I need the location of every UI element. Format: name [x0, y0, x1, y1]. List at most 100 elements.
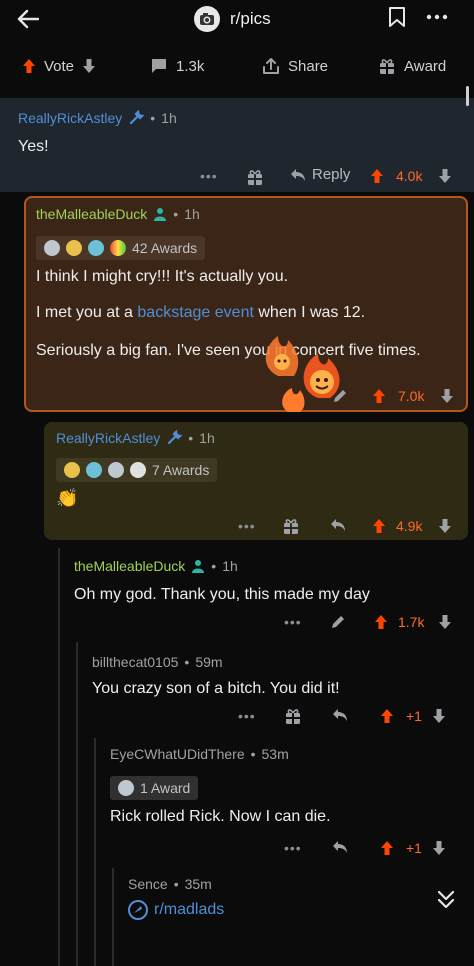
score: +1: [406, 840, 422, 856]
comment-op-reply: ReallyRickAstley • 1h Yes! ••• Reply 4.0…: [0, 98, 474, 192]
upvote-arrow-icon[interactable]: [374, 614, 388, 630]
downvote-arrow-icon[interactable]: [438, 168, 452, 184]
upvote-arrow-icon[interactable]: [380, 840, 394, 856]
gift-icon[interactable]: [284, 707, 302, 725]
upvote-arrow-icon[interactable]: [372, 518, 386, 534]
comment-text: I met you at a backstage event when I wa…: [36, 304, 366, 321]
comment-time: 53m: [261, 746, 289, 762]
reply-arrow-icon[interactable]: [332, 708, 348, 722]
arrow-left-icon: [17, 9, 39, 29]
edit-pencil-icon[interactable]: [332, 388, 348, 404]
user-icon: [192, 560, 205, 573]
more-options-icon[interactable]: •••: [284, 840, 302, 856]
award-button[interactable]: Award: [378, 57, 446, 75]
comment-link[interactable]: backstage event: [137, 304, 254, 321]
more-options-button[interactable]: [424, 6, 452, 30]
score: 1.7k: [398, 614, 425, 630]
comment-footer: ••• 1.7k: [72, 612, 468, 632]
gift-icon[interactable]: [246, 168, 264, 186]
awards-pill[interactable]: 42 Awards: [36, 236, 206, 260]
reply-label: Reply: [312, 166, 351, 183]
comment: theMalleableDuck • 1h Oh my god. Thank y…: [72, 556, 468, 636]
comment-text: Yes!: [18, 138, 49, 155]
downvote-arrow-icon[interactable]: [432, 840, 446, 856]
comment-footer: ••• +1: [108, 838, 468, 858]
award-icon: [118, 780, 134, 796]
subreddit-link[interactable]: r/madlads: [128, 900, 224, 920]
top-bar: r/pics: [0, 0, 474, 40]
downvote-arrow-icon[interactable]: [82, 58, 96, 74]
gift-icon[interactable]: [282, 517, 300, 535]
comment-time: 1h: [161, 110, 177, 126]
award-icon: [88, 240, 104, 256]
reply-arrow-icon[interactable]: [332, 840, 348, 854]
user-icon: [154, 208, 167, 221]
comment-time: 1h: [184, 206, 200, 222]
share-button[interactable]: Share: [262, 57, 328, 75]
comment: EyeCWhatUDidThere • 53m 1 Award Rick rol…: [108, 746, 468, 864]
save-button[interactable]: [388, 6, 412, 32]
award-icon: [64, 462, 80, 478]
scrollbar[interactable]: [466, 86, 469, 106]
subreddit-link-text: r/madlads: [154, 901, 225, 918]
more-options-icon[interactable]: •••: [238, 518, 256, 534]
award-icon: [44, 240, 60, 256]
thread-line: [94, 738, 96, 966]
subreddit-icon: [128, 900, 148, 920]
awards-pill[interactable]: 7 Awards: [56, 458, 218, 482]
comment-footer: ••• 4.9k: [44, 516, 468, 536]
score: 7.0k: [398, 388, 425, 404]
comment-time: 35m: [184, 876, 212, 892]
comment-icon: [152, 59, 166, 73]
thread-line: [58, 548, 60, 966]
more-horizontal-icon: [426, 14, 448, 20]
edit-pencil-icon[interactable]: [330, 614, 346, 630]
awards-count: 7 Awards: [152, 462, 210, 478]
comments-button[interactable]: 1.3k: [150, 58, 204, 75]
comment-highlighted: theMalleableDuck • 1h 42 Awards I think …: [24, 196, 468, 412]
more-options-icon[interactable]: •••: [284, 614, 302, 630]
back-button[interactable]: [12, 4, 44, 34]
share-label: Share: [288, 57, 329, 75]
more-options-icon[interactable]: •••: [200, 168, 218, 184]
thread-line: [76, 642, 78, 966]
award-icon: [130, 462, 146, 478]
comment-text: I think I might cry!!! It's actually you…: [36, 268, 289, 285]
comment-text: Oh my god. Thank you, this made my day: [74, 586, 370, 603]
subreddit-avatar-icon: [194, 6, 220, 32]
downvote-arrow-icon[interactable]: [438, 518, 452, 534]
upvote-arrow-icon[interactable]: [372, 388, 386, 404]
comment-text: Rick rolled Rick. Now I can die.: [110, 808, 331, 825]
comment-author[interactable]: theMalleableDuck: [74, 558, 185, 574]
collapse-chevron-icon[interactable]: [436, 888, 456, 912]
comment-author[interactable]: Sence: [128, 876, 168, 892]
comment-author[interactable]: EyeCWhatUDidThere: [110, 746, 245, 762]
downvote-arrow-icon[interactable]: [440, 388, 454, 404]
gift-icon: [380, 59, 394, 74]
subreddit-header[interactable]: r/pics: [194, 4, 271, 34]
awards-count: 1 Award: [140, 780, 191, 796]
reply-arrow-icon[interactable]: [330, 518, 346, 532]
award-icon: [108, 462, 124, 478]
comment: billthecat0105 • 59m You crazy son of a …: [90, 652, 468, 732]
comment-author[interactable]: billthecat0105: [92, 654, 178, 670]
upvote-arrow-icon[interactable]: [370, 168, 384, 184]
downvote-arrow-icon[interactable]: [438, 614, 452, 630]
award-label: Award: [404, 57, 447, 75]
reply-button[interactable]: Reply: [290, 166, 350, 183]
comment-text: Seriously a big fan. I've seen you in co…: [36, 342, 421, 359]
score: 4.9k: [396, 518, 423, 534]
downvote-arrow-icon[interactable]: [432, 708, 446, 724]
comment-author[interactable]: ReallyRickAstley: [56, 430, 160, 446]
score: +1: [406, 708, 422, 724]
comment-author[interactable]: theMalleableDuck: [36, 206, 147, 222]
upvote-arrow-icon[interactable]: [380, 708, 394, 724]
vote-control[interactable]: Vote: [22, 58, 96, 75]
comment-count: 1.3k: [176, 57, 205, 75]
comment-time: 59m: [195, 654, 223, 670]
more-options-icon[interactable]: •••: [238, 708, 256, 724]
wrench-icon: [130, 110, 145, 125]
awards-pill[interactable]: 1 Award: [110, 776, 199, 800]
comment-author[interactable]: ReallyRickAstley: [18, 110, 122, 126]
bookmark-icon: [389, 7, 405, 27]
